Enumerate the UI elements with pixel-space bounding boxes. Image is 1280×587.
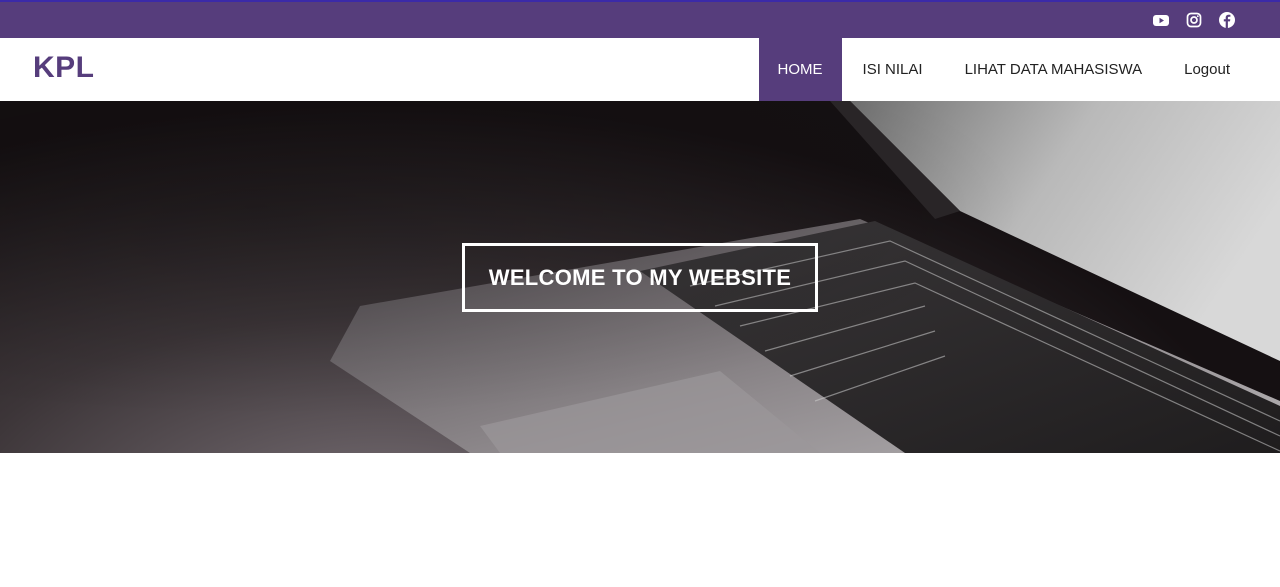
brand-logo[interactable]: KPL	[33, 51, 95, 85]
facebook-icon[interactable]	[1218, 11, 1236, 29]
hero-title: WELCOME TO MY WEBSITE	[488, 264, 792, 290]
nav-item-isi-nilai[interactable]: ISI NILAI	[842, 38, 944, 101]
social-links	[1152, 11, 1236, 29]
instagram-icon[interactable]	[1185, 11, 1203, 29]
welcome-box: WELCOME TO MY WEBSITE	[462, 243, 818, 312]
youtube-icon[interactable]	[1152, 11, 1170, 29]
nav-menu: HOME ISI NILAI LIHAT DATA MAHASISWA Logo…	[758, 38, 1251, 101]
main-navbar: KPL HOME ISI NILAI LIHAT DATA MAHASISWA …	[0, 38, 1280, 101]
hero-banner: WELCOME TO MY WEBSITE	[0, 101, 1280, 453]
top-bar	[0, 0, 1280, 38]
nav-item-home[interactable]: HOME	[758, 38, 842, 101]
nav-item-logout[interactable]: Logout	[1163, 38, 1251, 101]
nav-item-lihat-data-mahasiswa[interactable]: LIHAT DATA MAHASISWA	[944, 38, 1164, 101]
